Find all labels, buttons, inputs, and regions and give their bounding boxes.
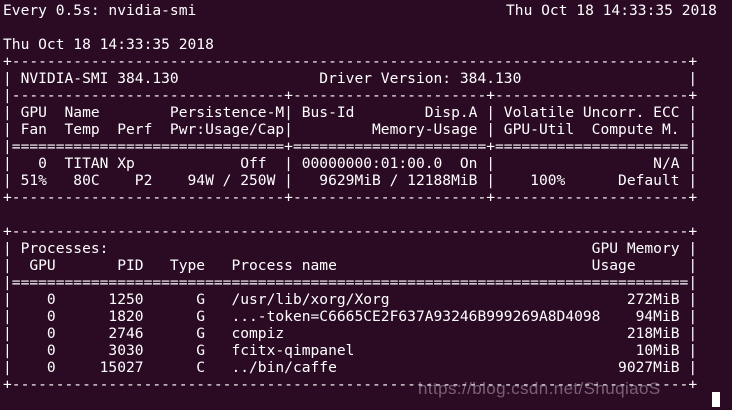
gpu-table-header-row: | GPU Name Persistence-M| Bus-Id Disp.A …	[3, 104, 698, 121]
terminal-window[interactable]: Every 0.5s: nvidia-smi Thu Oct 18 14:33:…	[0, 0, 732, 410]
gpu-table-border: +-------------------------------+-------…	[3, 189, 698, 206]
smi-timestamp: Thu Oct 18 14:33:35 2018	[3, 36, 214, 53]
process-table-header-row: | GPU PID Type Process name Usage |	[3, 257, 698, 274]
process-row: | 0 1820 G ...-token=C6665CE2F637A93246B…	[3, 308, 698, 325]
watch-command: Every 0.5s: nvidia-smi	[3, 2, 197, 19]
gpu-table-separator: |===============================+=======…	[3, 138, 698, 155]
gpu-table-header-row: | Fan Temp Perf Pwr:Usage/Cap| Memory-Us…	[3, 121, 698, 138]
watermark: https://blog.csdn.net/ShuqiaoS	[418, 379, 661, 398]
process-row: | 0 15027 C ../bin/caffe 9027MiB |	[3, 359, 698, 376]
process-table-title-row: | Processes: GPU Memory |	[3, 240, 698, 257]
process-table-separator: |=======================================…	[3, 274, 698, 291]
gpu-table-border: +---------------------------------------…	[3, 53, 698, 70]
gpu-table-version-row: | NVIDIA-SMI 384.130 Driver Version: 384…	[3, 70, 698, 87]
process-row: | 0 3030 G fcitx-qimpanel 10MiB |	[3, 342, 698, 359]
gpu-table-row: | 0 TITAN Xp Off | 00000000:01:00.0 On |…	[3, 155, 698, 172]
watch-clock: Thu Oct 18 14:33:35 2018	[506, 2, 717, 19]
process-row: | 0 2746 G compiz 218MiB |	[3, 325, 698, 342]
terminal-cursor	[712, 392, 720, 407]
gpu-table-separator: |-------------------------------+-------…	[3, 87, 698, 104]
process-row: | 0 1250 G /usr/lib/xorg/Xorg 272MiB |	[3, 291, 698, 308]
gpu-table-row: | 51% 80C P2 94W / 250W | 9629MiB / 1218…	[3, 172, 698, 189]
process-table-border: +---------------------------------------…	[3, 223, 698, 240]
